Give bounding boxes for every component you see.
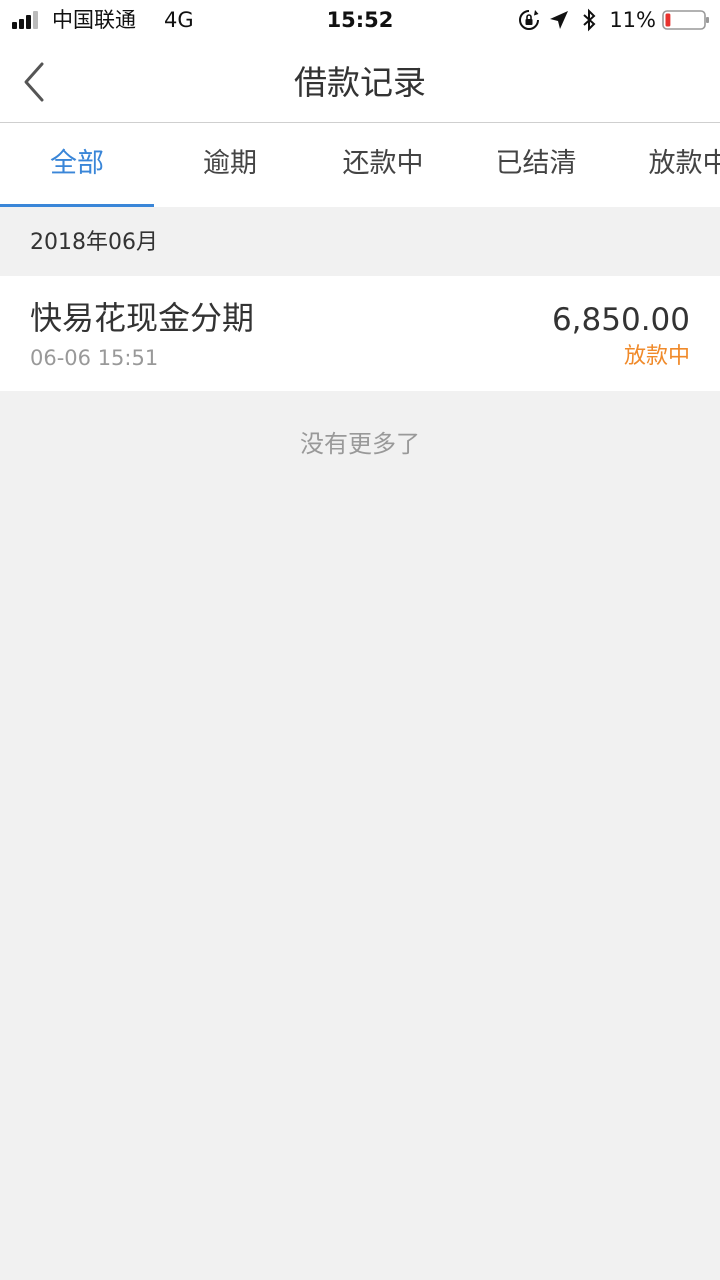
rotation-lock-icon <box>519 10 540 30</box>
bluetooth-icon <box>583 8 596 32</box>
tab-all[interactable]: 全部 <box>0 123 154 207</box>
record-amount: 6,850.00 <box>551 302 690 338</box>
record-time: 06-06 15:51 <box>30 346 159 370</box>
loan-record[interactable]: 快易花现金分期 06-06 15:51 6,850.00 放款中 <box>0 276 720 391</box>
tab-repaying[interactable]: 还款中 <box>306 123 460 207</box>
battery-percent: 11% <box>609 8 656 32</box>
location-arrow-icon <box>550 11 569 29</box>
no-more-label: 没有更多了 <box>300 430 420 458</box>
battery-icon <box>662 10 709 30</box>
tab-bar: 全部 逾期 还款中 已结清 放款中 <box>0 123 720 207</box>
record-name: 快易花现金分期 <box>30 299 255 337</box>
status-indicators: 11% <box>517 6 710 34</box>
nav-bar: 借款记录 <box>0 40 720 123</box>
status-bar: 中国联通 4G 15:52 11% <box>0 0 720 40</box>
record-status: 放款中 <box>623 344 690 369</box>
month-header: 2018年06月 <box>0 207 720 276</box>
page-title: 借款记录 <box>294 63 426 102</box>
tab-disbursing[interactable]: 放款中 <box>612 123 720 207</box>
tab-overdue[interactable]: 逾期 <box>153 123 307 207</box>
tab-settled[interactable]: 已结清 <box>459 123 613 207</box>
month-label: 2018年06月 <box>30 230 158 255</box>
